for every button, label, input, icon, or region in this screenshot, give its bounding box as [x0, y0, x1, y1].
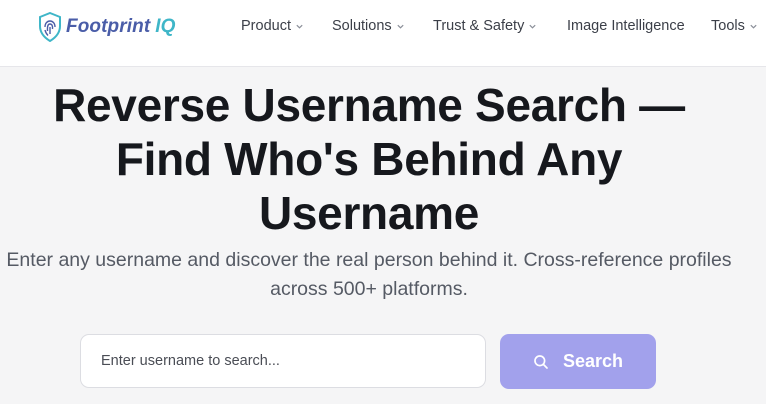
page-subtitle: Enter any username and discover the real… [6, 249, 732, 300]
nav-item-tools[interactable]: Tools [711, 18, 758, 34]
chevron-down-icon [397, 24, 404, 29]
chevron-down-icon [296, 24, 303, 29]
chevron-down-icon [750, 24, 757, 29]
search-button[interactable]: Search [500, 334, 656, 389]
nav-item-label: Solutions [332, 18, 392, 34]
chevron-down-icon [529, 24, 536, 29]
search-button-label: Search [562, 351, 624, 371]
search-icon [534, 354, 548, 369]
page-title: Reverse Username Search — Find Who's Beh… [53, 79, 685, 239]
nav-item-solutions[interactable]: Solutions [332, 18, 405, 34]
site-header: Footprint IQ Product Solutions Trust & Sa… [0, 0, 766, 67]
nav-item-label: Trust & Safety [433, 18, 525, 34]
nav-item-label: Tools [711, 18, 745, 34]
nav-item-product[interactable]: Product [241, 18, 304, 34]
nav-item-label: Image Intelligence [567, 18, 685, 34]
nav-item-trust-safety[interactable]: Trust & Safety [433, 18, 537, 34]
nav-item-image-intelligence[interactable]: Image Intelligence [567, 18, 685, 34]
username-search-input[interactable] [80, 334, 486, 388]
nav-item-label: Product [241, 18, 291, 34]
main-nav: Product Solutions Trust & Safety Image I… [0, 18, 766, 38]
